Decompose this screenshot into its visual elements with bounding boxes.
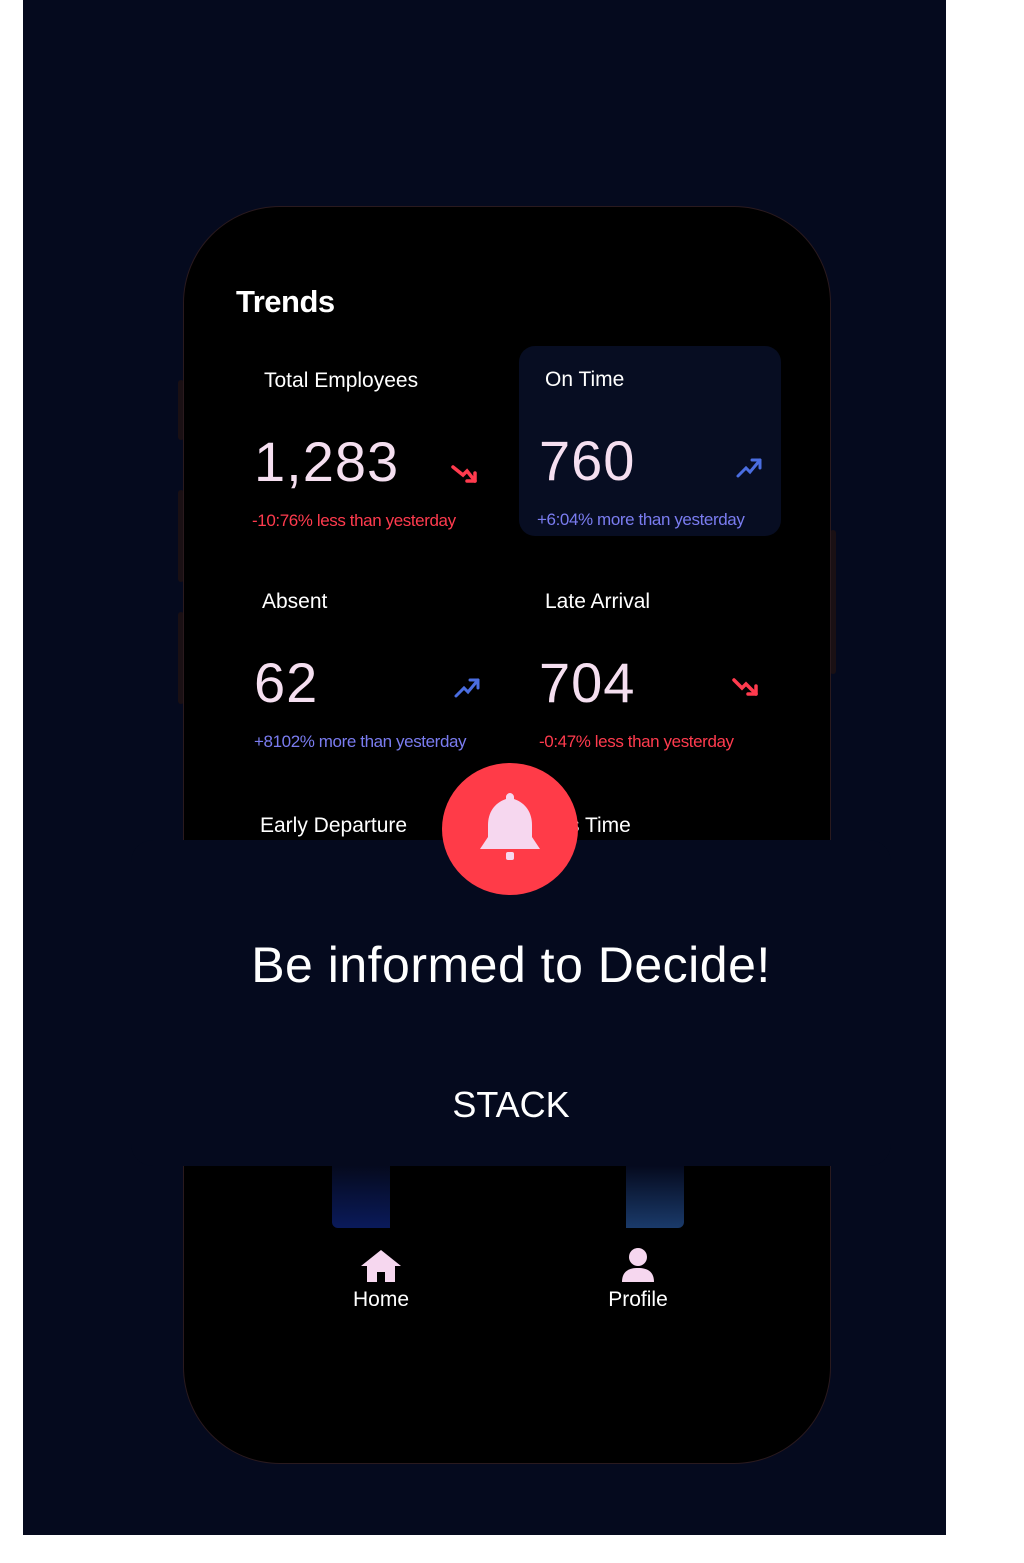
card-label: On Time [545,368,625,391]
home-icon [361,1250,401,1282]
notification-button[interactable] [442,763,578,895]
banner-headline: Be informed to Decide! [251,937,771,993]
nav-profile[interactable]: Profile [578,1246,698,1312]
card-label: Total Employees [264,369,419,392]
nav-home[interactable]: Home [321,1248,441,1312]
card-label: Absent [262,590,328,613]
card-delta: +6:04% more than yesterday [537,510,745,529]
trend-up-icon [454,678,480,698]
chart-fragment-right [626,1166,684,1228]
stat-card-late-arrival[interactable]: Late Arrival 704 -0:47% less than yester… [519,568,781,758]
trend-up-icon [736,458,762,478]
card-label-partial-time: s Time [569,814,631,837]
profile-icon [622,1248,654,1282]
stat-card-total-employees[interactable]: Total Employees 1,283 -10:76% less than … [234,347,496,537]
card-value: 704 [539,651,636,714]
card-value: 760 [539,429,636,492]
page-title: Trends [236,284,335,319]
phone-power-button [830,530,836,674]
trend-down-icon [451,465,477,483]
card-delta: -0:47% less than yesterday [539,732,734,751]
stat-card-on-time[interactable]: On Time 760 +6:04% more than yesterday [519,346,781,536]
card-delta: +8102% more than yesterday [254,732,467,751]
chart-fragment-left [332,1166,390,1228]
nav-profile-label: Profile [608,1288,668,1311]
card-label: Late Arrival [545,590,651,613]
banner-brand: STACK [452,1084,570,1125]
bell-icon [480,793,540,860]
stat-card-absent[interactable]: Absent 62 +8102% more than yesterday [234,568,496,758]
card-label-early-departure: Early Departure [260,814,408,837]
trend-down-icon [732,678,758,696]
card-value: 1,283 [254,430,400,493]
nav-home-label: Home [352,1288,410,1311]
card-delta: -10:76% less than yesterday [252,511,456,530]
card-value: 62 [254,651,319,714]
